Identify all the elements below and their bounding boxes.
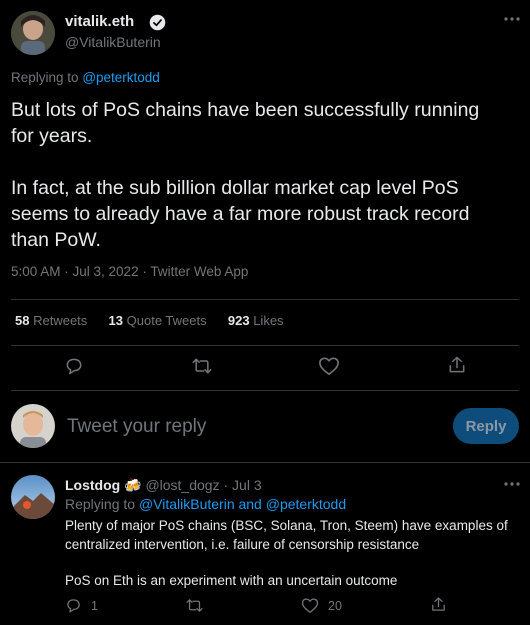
reply-text-line: PoS on Eth is an experiment with an unce… <box>65 573 398 588</box>
reply-like-count: 20 <box>328 599 342 613</box>
reply-more-horizontal-icon[interactable] <box>503 479 521 489</box>
tweet-stats: 58 Retweets 13 Quote Tweets 923 Likes <box>15 313 284 328</box>
reply-share-icon[interactable] <box>430 596 447 613</box>
reply-author-name[interactable]: Lostdog <box>65 477 120 493</box>
tweet-text-line: But lots of PoS chains have been success… <box>11 99 480 121</box>
reply-button[interactable]: Reply <box>453 408 519 444</box>
reply-replying-prefix: Replying to <box>65 496 136 512</box>
tweet-reply-input[interactable]: Tweet your reply <box>67 416 437 438</box>
retweet-icon[interactable] <box>191 356 213 376</box>
author-avatar-image <box>11 11 55 55</box>
replying-to-handle[interactable]: @peterktodd <box>82 70 160 85</box>
tweet-text-line: In fact, at the sub billion dollar marke… <box>11 177 459 199</box>
retweets-label: Retweets <box>33 313 88 328</box>
quote-count: 13 <box>108 313 124 328</box>
author-avatar[interactable] <box>11 11 55 55</box>
current-user-avatar[interactable] <box>11 404 55 448</box>
reply-replying-handles[interactable]: @VitalikButerin and @peterktodd <box>139 496 346 512</box>
reply-text-line: centralized intervention, i.e. failure o… <box>65 537 420 552</box>
tweet-text-line: than PoW. <box>11 229 101 251</box>
replying-to: Replying to @peterktodd <box>11 70 160 85</box>
reply-author-avatar-image <box>11 475 55 519</box>
verified-badge-icon <box>149 14 166 31</box>
reply-date[interactable]: · Jul 3 <box>223 477 261 493</box>
more-horizontal-icon[interactable] <box>503 14 521 24</box>
reply-author-handle[interactable]: @lost_dogz <box>145 477 219 493</box>
tweet-text-line: seems to already have a far more robust … <box>11 203 470 225</box>
quote-tweets-stat[interactable]: 13 Quote Tweets <box>109 313 211 328</box>
retweets-count: 58 <box>15 313 30 328</box>
share-icon[interactable] <box>447 355 467 375</box>
likes-stat[interactable]: 923 Likes <box>228 313 284 328</box>
reply-retweet-icon[interactable] <box>185 597 204 614</box>
divider <box>11 390 519 391</box>
reply-author-avatar[interactable] <box>11 475 55 519</box>
retweets-stat[interactable]: 58 Retweets <box>15 313 91 328</box>
reply-header: Lostdog 🍻 @lost_dogz · Jul 3 <box>65 477 262 494</box>
reply-like-icon[interactable] <box>301 597 319 614</box>
quote-label: Quote Tweets <box>126 313 207 328</box>
tweet-text-line: for years. <box>11 125 93 147</box>
like-icon[interactable] <box>318 356 340 376</box>
reply-text-line: Plenty of major PoS chains (BSC, Solana,… <box>65 518 508 533</box>
author-name[interactable]: vitalik.eth <box>65 13 134 30</box>
author-handle[interactable]: @VitalikButerin <box>65 34 161 50</box>
reply-reply-count: 1 <box>91 599 98 613</box>
likes-label: Likes <box>253 313 284 328</box>
reply-body: Plenty of major PoS chains (BSC, Solana,… <box>65 516 525 590</box>
current-user-avatar-image <box>11 404 55 448</box>
divider <box>11 345 519 346</box>
divider <box>11 299 519 300</box>
reply-reply-icon[interactable] <box>65 597 82 614</box>
likes-count: 923 <box>227 313 250 328</box>
reply-replying-to: Replying to @VitalikButerin and @peterkt… <box>65 496 346 512</box>
replying-to-prefix: Replying to <box>11 70 79 85</box>
reply-icon[interactable] <box>64 356 84 376</box>
tweet-meta[interactable]: 5:00 AM · Jul 3, 2022 · Twitter Web App <box>11 264 248 279</box>
beer-emoji-icon: 🍻 <box>124 477 142 493</box>
tweet-body: But lots of PoS chains have been success… <box>11 97 526 253</box>
divider <box>0 462 530 463</box>
